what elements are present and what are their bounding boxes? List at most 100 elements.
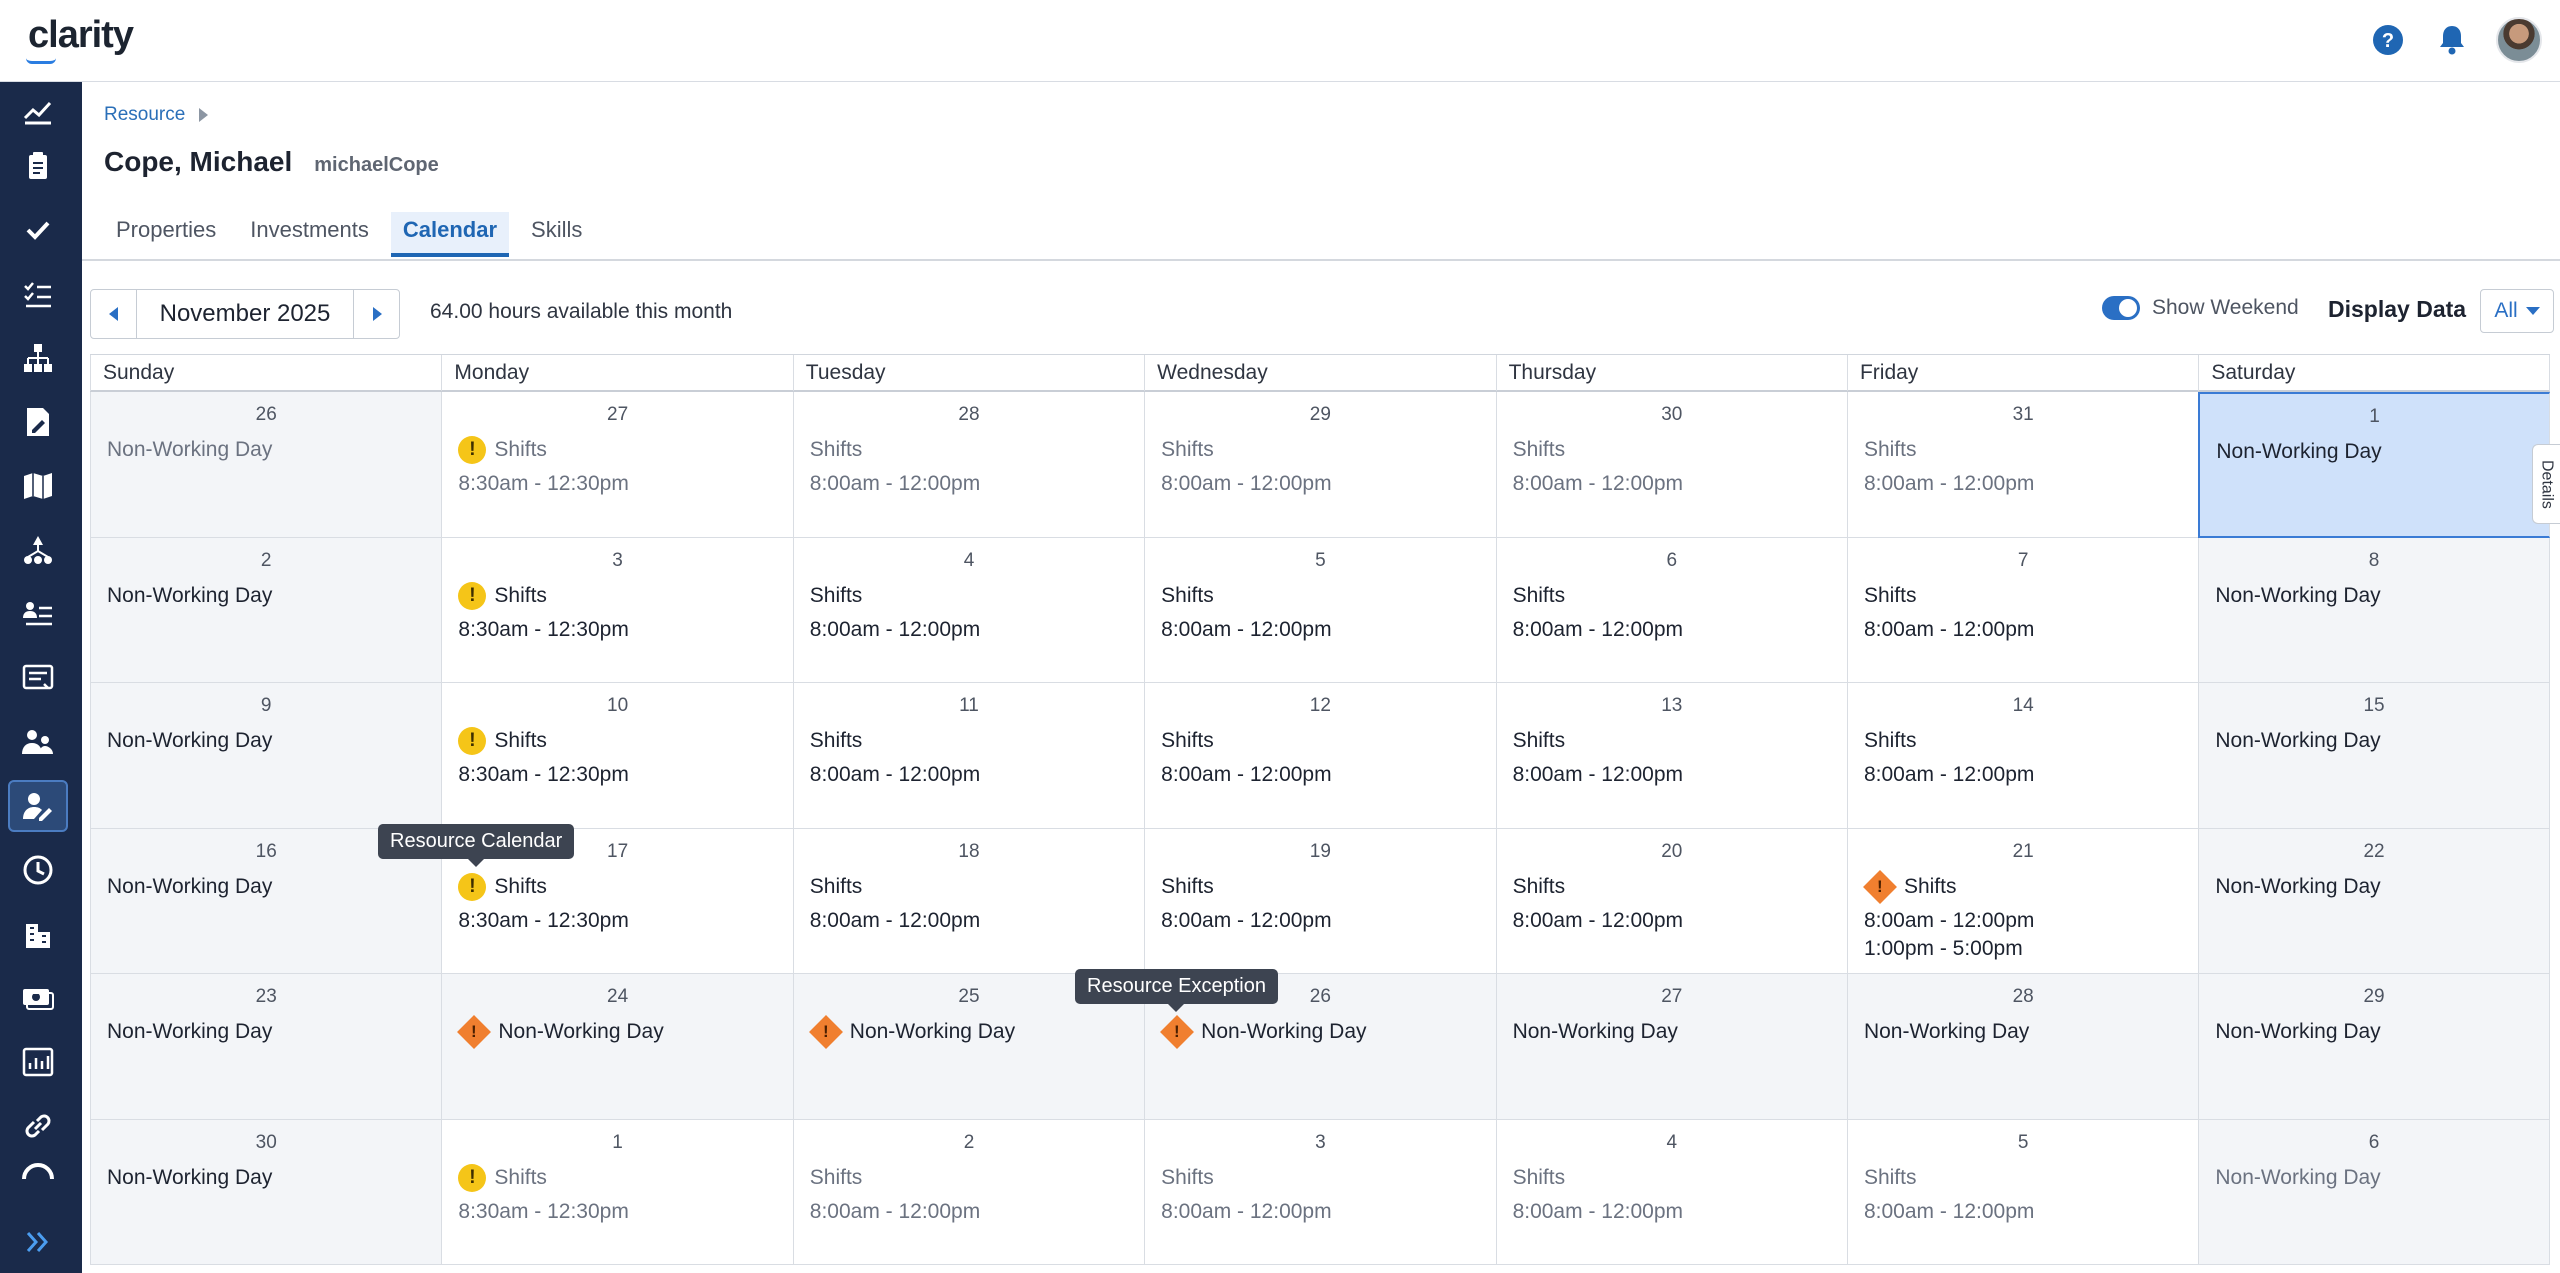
month-calendar: Sunday Monday Tuesday Wednesday Thursday Frid… (90, 354, 2550, 1265)
chart-icon[interactable] (8, 1036, 68, 1088)
calendar-day[interactable]: 3! Shifts 8:30am - 12:30pm (441, 537, 793, 683)
calendar-day[interactable]: 24! Non-Working Day (441, 974, 793, 1120)
calendar-day[interactable]: 30 Non-Working Day (90, 1119, 442, 1265)
calendar-day[interactable]: 29 Shifts 8:00am - 12:00pm (1144, 392, 1496, 538)
tab-calendar[interactable]: Calendar (390, 212, 510, 257)
day-number: 28 (958, 404, 980, 425)
calendar-day[interactable]: 19 Shifts 8:00am - 12:00pm (1144, 828, 1496, 974)
calendar-day[interactable]: 3 Shifts 8:00am - 12:00pm (1144, 1119, 1496, 1265)
next-month-button[interactable] (353, 290, 399, 338)
expand-sidebar-icon[interactable] (8, 1216, 68, 1268)
bell-icon[interactable] (2432, 20, 2472, 60)
resource-exception-warning-icon[interactable]: ! (1862, 869, 1897, 904)
building-icon[interactable] (8, 908, 68, 960)
calendar-day[interactable]: 15 Non-Working Day (2198, 683, 2550, 829)
show-weekend-toggle[interactable]: Show Weekend (2102, 296, 2299, 320)
shift-time: 8:30am - 12:30pm (458, 763, 629, 786)
report-list-icon[interactable] (8, 652, 68, 704)
day-number: 2 (260, 549, 272, 571)
calendar-day[interactable]: 27 Non-Working Day (1495, 974, 1847, 1120)
breadcrumb-resource-link[interactable]: Resource (104, 104, 185, 126)
previous-month-button[interactable] (91, 290, 137, 338)
resource-exception-warning-icon[interactable]: ! (1160, 1015, 1195, 1049)
day-number: 10 (607, 695, 629, 716)
calendar-day[interactable]: 12 Shifts 8:00am - 12:00pm (1144, 683, 1496, 829)
checklist-icon[interactable] (8, 268, 68, 320)
calendar-day[interactable]: 2 Non-Working Day (90, 537, 442, 683)
calendar-day[interactable]: 30 Shifts 8:00am - 12:00pm (1495, 392, 1847, 538)
calendar-day[interactable]: 6 Shifts 8:00am - 12:00pm (1495, 537, 1847, 683)
shift-time: 8:30am - 12:30pm (458, 1199, 629, 1223)
tab-investments[interactable]: Investments (238, 212, 381, 257)
user-avatar[interactable] (2496, 17, 2542, 63)
calendar-day[interactable]: 18 Shifts 8:00am - 12:00pm (792, 828, 1145, 974)
check-icon[interactable] (8, 204, 68, 256)
calendar-day[interactable]: 14 Shifts 8:00am - 12:00pm (1846, 683, 2199, 829)
calendar-day[interactable]: 1 Non-Working Day (2198, 392, 2550, 538)
calendar-day[interactable]: 7 Shifts 8:00am - 12:00pm (1846, 537, 2199, 683)
resource-calendar-warning-icon[interactable]: ! (458, 872, 487, 901)
document-edit-icon[interactable] (8, 396, 68, 448)
tab-properties[interactable]: Properties (104, 212, 228, 257)
resource-calendar-warning-icon[interactable]: ! (458, 727, 487, 755)
clipboard-icon[interactable] (8, 140, 68, 192)
day-label: Shifts (494, 438, 547, 461)
calendar-day[interactable]: 4 Shifts 8:00am - 12:00pm (792, 537, 1145, 683)
resource-calendar-warning-icon[interactable]: ! (458, 1163, 487, 1192)
hours-available-text: 64.00 hours available this month (430, 300, 733, 323)
toggle-switch[interactable] (2102, 296, 2140, 320)
month-navigator: November 2025 (90, 289, 400, 339)
calendar-day[interactable]: 23 Non-Working Day (90, 974, 442, 1120)
resource-exception-warning-icon[interactable]: ! (808, 1015, 843, 1049)
gauge-icon[interactable] (8, 1156, 68, 1186)
people-sliders-icon[interactable] (8, 588, 68, 640)
calendar-day[interactable]: 31 Shifts 8:00am - 12:00pm (1846, 392, 2199, 538)
shift-time: 8:00am - 12:00pm (1161, 908, 1332, 932)
breadcrumb: Resource (104, 104, 209, 126)
calendar-day[interactable]: 28 Non-Working Day (1846, 974, 2199, 1120)
resource-calendar-warning-icon[interactable]: ! (458, 436, 487, 464)
hierarchy-icon[interactable] (8, 332, 68, 384)
calendar-day[interactable]: 22 Non-Working Day (2198, 828, 2550, 974)
calendar-day[interactable]: 6 Non-Working Day (2198, 1119, 2550, 1265)
day-content: Non-Working Day (1864, 1018, 2029, 1046)
calendar-day[interactable]: 27! Shifts 8:30am - 12:30pm (441, 392, 793, 538)
help-icon[interactable]: ? (2368, 20, 2408, 60)
day-label: Non-Working Day (498, 1020, 664, 1043)
tab-skills[interactable]: Skills (519, 212, 594, 257)
calendar-day[interactable]: 20 Shifts 8:00am - 12:00pm (1495, 828, 1847, 974)
team-icon[interactable] (8, 716, 68, 768)
calendar-day[interactable]: 1! Shifts 8:30am - 12:30pm (441, 1119, 793, 1265)
calendar-day[interactable]: 4 Shifts 8:00am - 12:00pm (1495, 1119, 1847, 1265)
day-number: 22 (2363, 840, 2385, 862)
day-label: Shifts (1863, 729, 1917, 752)
clarity-logo[interactable]: clarity (26, 14, 134, 64)
clock-icon[interactable] (8, 844, 68, 896)
link-icon[interactable] (8, 1100, 68, 1152)
calendar-day[interactable]: 13 Shifts 8:00am - 12:00pm (1495, 683, 1847, 829)
resource-calendar-warning-icon[interactable]: ! (458, 581, 487, 610)
display-data-select[interactable]: All (2480, 289, 2554, 333)
resource-exception-warning-icon[interactable]: ! (457, 1015, 492, 1049)
shift-time: 8:00am - 12:00pm (1161, 763, 1332, 786)
calendar-day[interactable]: 26 Non-Working Day (90, 392, 442, 538)
map-icon[interactable] (8, 460, 68, 512)
calendar-day[interactable]: 29 Non-Working Day (2198, 974, 2550, 1120)
resource-edit-icon[interactable] (8, 780, 68, 832)
calendar-day[interactable]: 11 Shifts 8:00am - 12:00pm (792, 683, 1145, 829)
calendar-day[interactable]: 8 Non-Working Day (2198, 537, 2550, 683)
calendar-day[interactable]: 28 Shifts 8:00am - 12:00pm (792, 392, 1145, 538)
shift-time: 8:00am - 12:00pm (1512, 908, 1683, 932)
calendar-day[interactable]: 2 Shifts 8:00am - 12:00pm (792, 1119, 1145, 1265)
calendar-day[interactable]: 5 Shifts 8:00am - 12:00pm (1846, 1119, 2199, 1265)
trend-icon[interactable] (8, 84, 68, 136)
org-chart-icon[interactable] (8, 524, 68, 576)
calendar-day[interactable]: 10! Shifts 8:30am - 12:30pm (441, 683, 793, 829)
money-icon[interactable] (8, 972, 68, 1024)
title-row: Cope, Michael michaelCope (104, 146, 439, 178)
details-drawer-tab[interactable]: Details (2532, 444, 2560, 524)
calendar-day[interactable]: 9 Non-Working Day (90, 683, 442, 829)
calendar-day[interactable]: 21! Shifts 8:00am - 12:00pm 1:00pm - 5:00pm (1846, 828, 2199, 974)
calendar-day[interactable]: 5 Shifts 8:00am - 12:00pm (1144, 537, 1496, 683)
display-data-value: All (2494, 299, 2518, 322)
